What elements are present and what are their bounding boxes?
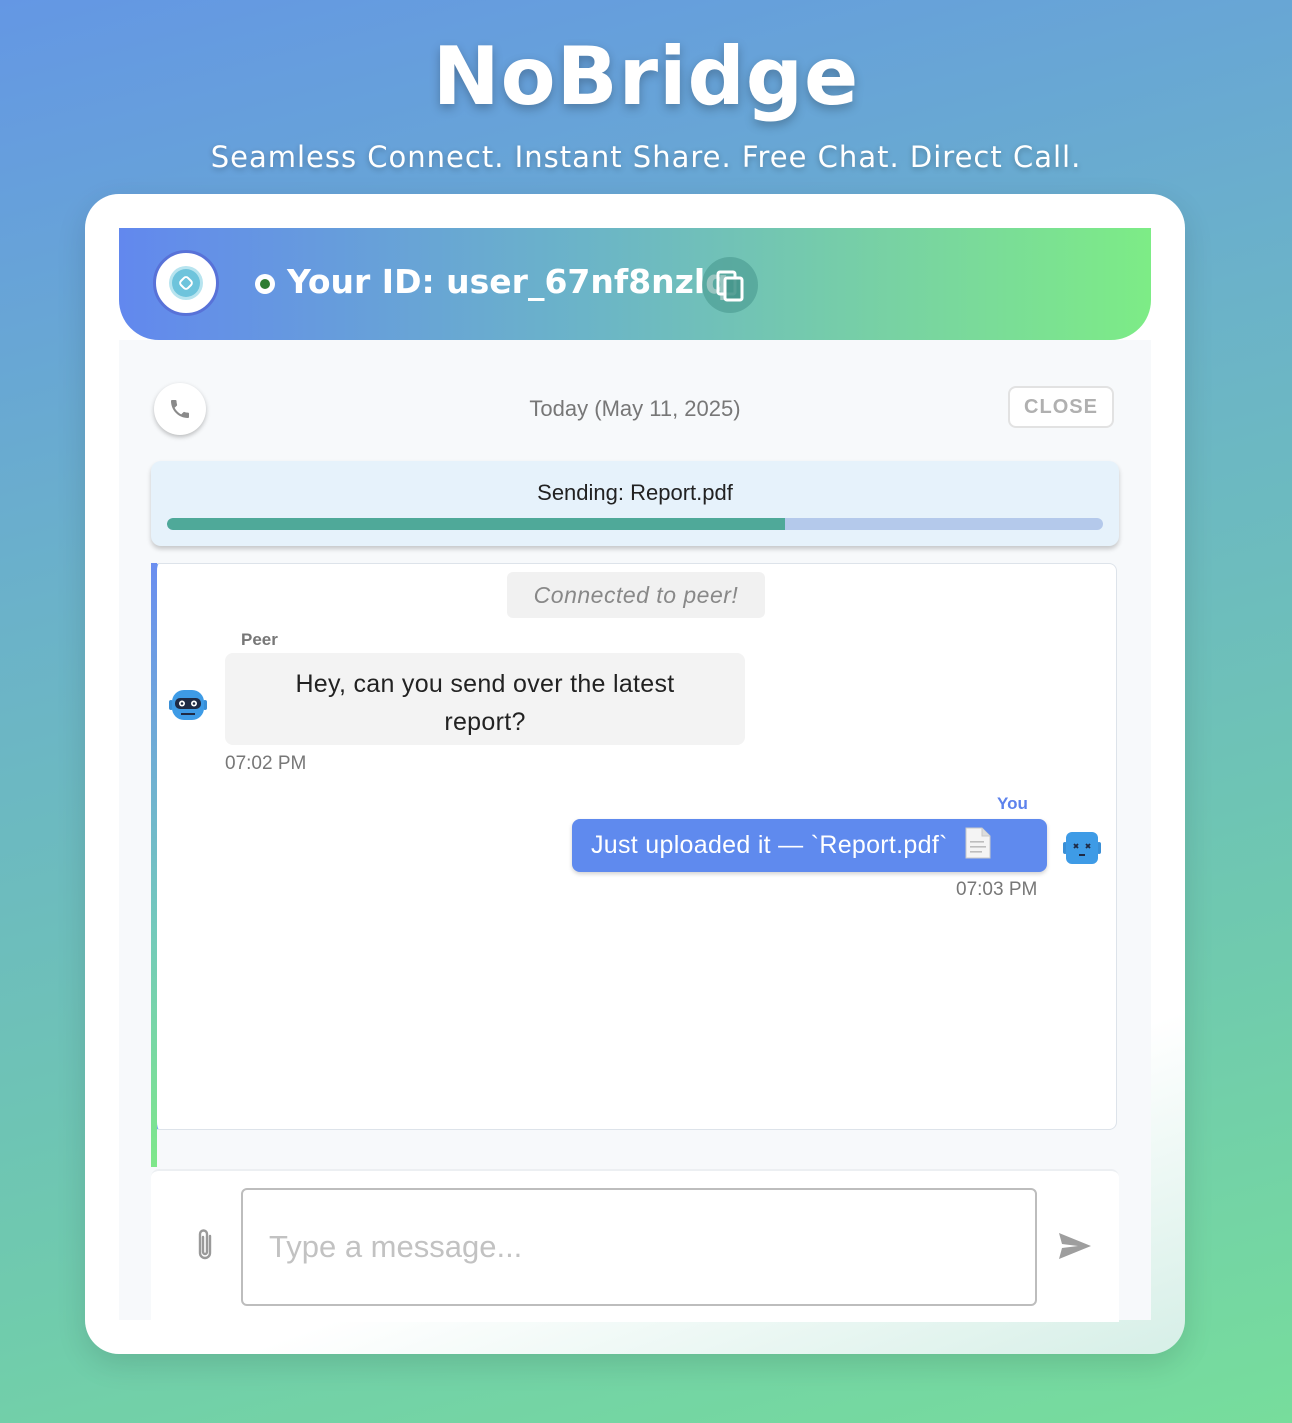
- you-message-time: 07:03 PM: [956, 879, 1038, 900]
- copy-icon: [716, 270, 744, 302]
- message-input[interactable]: [241, 1188, 1037, 1306]
- date-label: Today (May 11, 2025): [529, 396, 741, 421]
- app-tagline: Seamless Connect. Instant Share. Free Ch…: [210, 140, 1082, 174]
- header-bar: Your ID: user_67nf8nzlq: [119, 228, 1151, 340]
- transfer-label: Sending: Report.pdf: [537, 480, 733, 505]
- your-id-label: Your ID: user_67nf8nzlq: [287, 262, 729, 301]
- chat-panel: Today (May 11, 2025) CLOSE Sending: Repo…: [119, 340, 1151, 1322]
- peer-message-time: 07:02 PM: [225, 753, 307, 774]
- document-icon: [965, 827, 991, 859]
- system-message: Connected to peer!: [507, 572, 765, 618]
- peer-sender-name: Peer: [241, 630, 278, 649]
- you-message-text: Just uploaded it — `Report.pdf`: [591, 831, 948, 859]
- robot-avatar-icon: [1063, 832, 1101, 864]
- close-button[interactable]: CLOSE: [1008, 386, 1114, 428]
- message-list[interactable]: Connected to peer! Peer Hey, can you sen…: [151, 563, 1117, 1167]
- composer-bar: [151, 1169, 1119, 1322]
- peer-message-bubble: Hey, can you send over the latest report…: [225, 653, 745, 745]
- transfer-progress-bar: [167, 518, 1103, 530]
- send-icon[interactable]: [1057, 1231, 1093, 1261]
- robot-avatar-icon: [169, 690, 207, 720]
- app-title: NoBridge: [432, 30, 860, 123]
- logo-icon: [153, 250, 219, 316]
- status-dot-icon: [255, 274, 275, 294]
- you-sender-name: You: [997, 794, 1028, 813]
- copy-id-button[interactable]: [702, 257, 758, 313]
- paperclip-icon[interactable]: [193, 1227, 217, 1263]
- transfer-progress-card: Sending: Report.pdf: [151, 461, 1119, 546]
- transfer-progress-fill: [167, 518, 785, 530]
- you-message-bubble: Just uploaded it — `Report.pdf`: [572, 819, 1047, 872]
